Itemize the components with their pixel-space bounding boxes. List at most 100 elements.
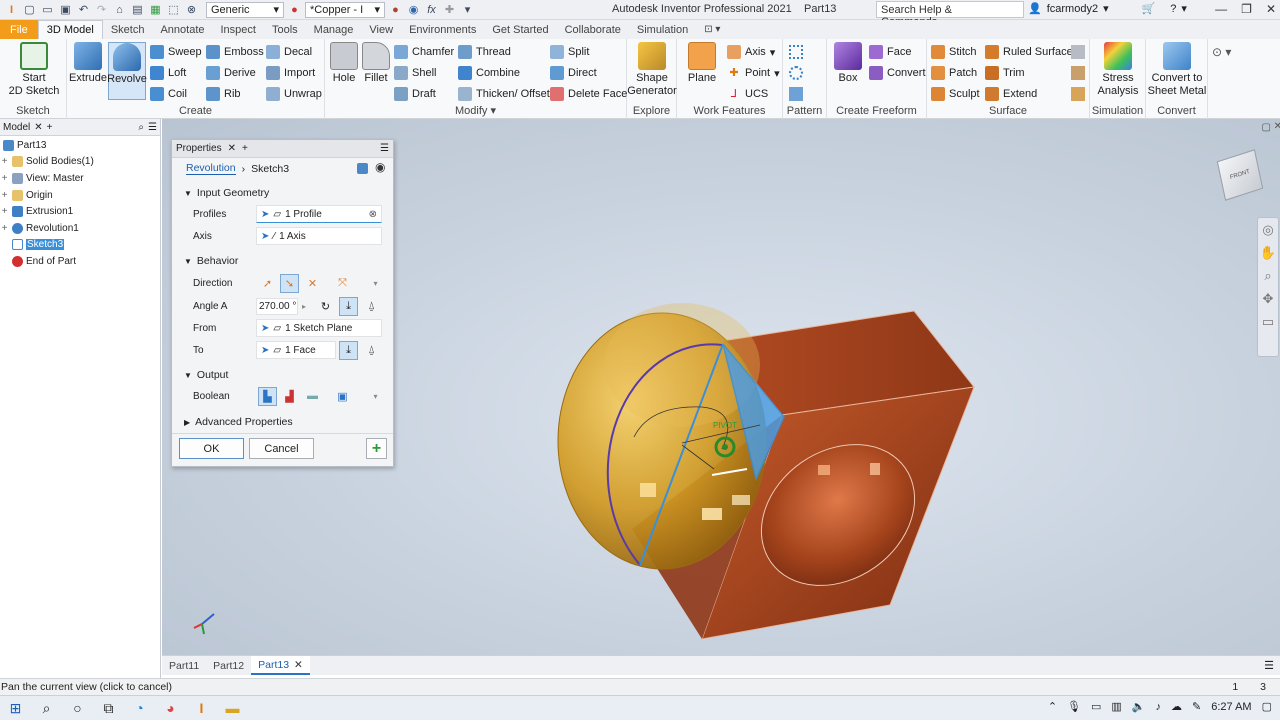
undo-icon[interactable]: ↶	[76, 3, 91, 17]
ribbon-toggle-icon[interactable]: ⊡ ▾	[696, 20, 728, 39]
notifications-icon[interactable]: ▢	[1262, 700, 1272, 713]
minimize-icon[interactable]: —	[1215, 2, 1227, 16]
expand-icon[interactable]: +	[0, 223, 9, 234]
look-at-icon[interactable]: ▭	[1258, 310, 1278, 333]
fx-parameters-icon[interactable]: fx	[424, 3, 439, 17]
help-icon[interactable]: ?	[1170, 3, 1176, 15]
tree-item-extrusion1[interactable]: + Extrusion1	[0, 203, 160, 220]
clock[interactable]: 6:27 AM	[1211, 701, 1251, 713]
cloud-icon[interactable]: ☁	[1171, 700, 1182, 713]
loft-button[interactable]: Loft	[150, 65, 186, 81]
full-revolve-button[interactable]: ↻	[316, 297, 335, 316]
material-dropdown[interactable]: *Copper - I ▾	[305, 1, 385, 18]
tree-item-part[interactable]: Part13	[0, 137, 160, 154]
close-icon[interactable]: ✕	[34, 122, 42, 133]
panel-label-modify[interactable]: Modify ▾	[325, 104, 626, 117]
boolean-cut-button[interactable]: ▟	[280, 387, 299, 406]
music-icon[interactable]: ♪	[1156, 701, 1162, 713]
import-button[interactable]: Import	[266, 65, 315, 81]
redo-icon[interactable]: ↷	[94, 3, 109, 17]
hole-button[interactable]: Hole	[328, 42, 360, 85]
profiles-selector[interactable]: ➤ ▱ 1 Profile ⊗	[256, 205, 382, 223]
print-icon[interactable]: ▤	[130, 3, 145, 17]
coil-button[interactable]: Coil	[150, 86, 187, 102]
sculpt-button[interactable]: Sculpt	[931, 86, 980, 102]
convert-to-sheet-metal-button[interactable]: Convert to Sheet Metal	[1147, 42, 1207, 98]
doc-tab-part11[interactable]: Part11	[162, 656, 206, 675]
restore-icon[interactable]: ❐	[1241, 2, 1252, 16]
derive-button[interactable]: Derive	[206, 65, 256, 81]
section-behavior[interactable]: ▼ Behavior	[172, 252, 393, 270]
search-icon[interactable]: ⌕	[31, 696, 62, 721]
extend-button[interactable]: Extend	[985, 86, 1037, 102]
boolean-intersect-button[interactable]: ▬	[303, 387, 322, 406]
inventor-app-icon[interactable]: I	[186, 696, 217, 721]
network-icon[interactable]: ▥	[1111, 700, 1121, 713]
decal-button[interactable]: Decal	[266, 44, 312, 60]
clear-appearance-icon[interactable]: ◉	[406, 3, 421, 17]
stitch-button[interactable]: Stitch	[931, 44, 977, 60]
expand-icon[interactable]: +	[0, 190, 9, 201]
convert-button[interactable]: Convert	[869, 65, 926, 81]
tab-simulation[interactable]: Simulation	[629, 20, 696, 39]
steering-wheel-icon[interactable]: ◎	[1258, 218, 1278, 241]
ok-button[interactable]: OK	[179, 438, 244, 459]
expand-icon[interactable]: +	[0, 173, 9, 184]
browser-tab-model[interactable]: Model	[3, 122, 30, 133]
properties-tab[interactable]: Properties	[176, 143, 222, 154]
chevron-up-icon[interactable]: ⌃	[1048, 700, 1057, 713]
circular-pattern-icon[interactable]	[789, 66, 803, 80]
to-selector[interactable]: ➤ ▱ 1 Face	[256, 341, 336, 359]
new-solid-button[interactable]: ▣	[333, 387, 352, 406]
breadcrumb-sketch[interactable]: Sketch3	[251, 163, 289, 175]
chevron-down-icon[interactable]: ▾	[366, 274, 385, 293]
user-icon[interactable]: 👤	[1028, 2, 1042, 15]
ribbon-options-icon[interactable]: ⊙ ▾	[1212, 45, 1231, 59]
tree-item-end-of-part[interactable]: End of Part	[0, 253, 160, 270]
cancel-button[interactable]: Cancel	[249, 438, 314, 459]
tab-file[interactable]: File	[0, 20, 38, 39]
tab-environments[interactable]: Environments	[401, 20, 484, 39]
color-wheel-icon[interactable]: ●	[287, 3, 302, 17]
windows-start-icon[interactable]: ⊞	[0, 696, 31, 721]
tab-collaborate[interactable]: Collaborate	[557, 20, 629, 39]
section-input-geometry[interactable]: ▼ Input Geometry	[172, 184, 393, 202]
axis-button[interactable]: Axis ▾	[727, 44, 775, 60]
tree-item-view-master[interactable]: + View: Master	[0, 170, 160, 187]
tab-view[interactable]: View	[361, 20, 401, 39]
orbit-icon[interactable]: ✥	[1258, 287, 1278, 310]
add-tab-icon[interactable]: +	[47, 122, 53, 133]
chevron-down-icon[interactable]: ▾	[1103, 2, 1109, 15]
sweep-button[interactable]: Sweep	[150, 44, 202, 60]
customize-qat-icon[interactable]: ▾	[460, 3, 475, 17]
direction-asymmetric-button[interactable]: ⤧	[333, 274, 352, 293]
pen-icon[interactable]: ✎	[1192, 700, 1201, 713]
cortana-icon[interactable]: ○	[62, 696, 93, 721]
add-tab-icon[interactable]: +	[242, 143, 248, 154]
extrude-button[interactable]: Extrude	[69, 42, 107, 85]
revolve-button[interactable]: Revolve	[107, 42, 147, 100]
add-icon[interactable]: ✚	[442, 3, 457, 17]
replace-face-icon[interactable]	[1071, 45, 1085, 59]
direction-symmetric-button[interactable]: ✕	[303, 274, 322, 293]
trim-button[interactable]: Trim	[985, 65, 1025, 81]
doc-tab-part12[interactable]: Part12	[206, 656, 251, 675]
axis-selector[interactable]: ➤ ⁄ 1 Axis	[256, 227, 382, 245]
appearance-dropdown[interactable]: Generic ▾	[206, 1, 284, 18]
from-selector[interactable]: ➤ ▱ 1 Sketch Plane	[256, 319, 382, 337]
emboss-button[interactable]: Emboss	[206, 44, 264, 60]
close-icon[interactable]: ✕	[294, 659, 303, 671]
tree-item-solid-bodies[interactable]: + Solid Bodies(1)	[0, 154, 160, 171]
mirror-icon[interactable]	[789, 87, 803, 101]
battery-icon[interactable]: ▭	[1091, 700, 1101, 713]
repair-bodies-icon[interactable]	[1071, 66, 1085, 80]
ruled-surface-button[interactable]: Ruled Surface	[985, 44, 1073, 60]
start-2d-sketch-button[interactable]: Start 2D Sketch	[8, 42, 60, 98]
angle-input[interactable]: 270.00 °	[256, 297, 298, 315]
split-button[interactable]: Split	[550, 44, 589, 60]
close-icon[interactable]: ✕	[1266, 2, 1276, 16]
search-icon[interactable]: ⌕	[138, 122, 144, 133]
new-file-icon[interactable]: ▢	[22, 3, 37, 17]
combine-button[interactable]: Combine	[458, 65, 520, 81]
face-button[interactable]: Face	[869, 44, 911, 60]
